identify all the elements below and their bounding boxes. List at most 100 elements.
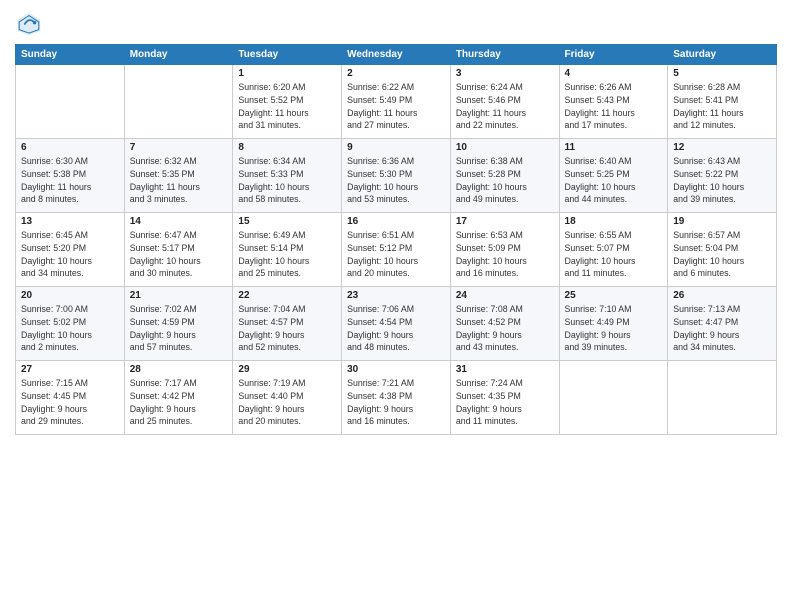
day-number: 3 [456,68,554,79]
day-info: Sunrise: 6:57 AM Sunset: 5:04 PM Dayligh… [673,229,771,280]
week-row-2: 6Sunrise: 6:30 AM Sunset: 5:38 PM Daylig… [16,139,777,213]
day-number: 25 [565,290,663,301]
weekday-header-row: SundayMondayTuesdayWednesdayThursdayFrid… [16,45,777,65]
day-info: Sunrise: 7:04 AM Sunset: 4:57 PM Dayligh… [238,303,336,354]
day-number: 5 [673,68,771,79]
day-number: 23 [347,290,445,301]
calendar-cell: 5 Sunrise: 6:28 AM Sunset: 5:41 PM Daylig… [668,65,777,139]
calendar-cell: 15 Sunrise: 6:49 AM Sunset: 5:14 PM Dayli… [233,213,342,287]
page: SundayMondayTuesdayWednesdayThursdayFrid… [0,0,792,612]
calendar-cell: 11 Sunrise: 6:40 AM Sunset: 5:25 PM Dayli… [559,139,668,213]
day-info: Sunrise: 6:47 AM Sunset: 5:17 PM Dayligh… [130,229,228,280]
weekday-header-saturday: Saturday [668,45,777,65]
weekday-header-thursday: Thursday [450,45,559,65]
day-info: Sunrise: 7:15 AM Sunset: 4:45 PM Dayligh… [21,377,119,428]
calendar-cell: 20 Sunrise: 7:00 AM Sunset: 5:02 PM Dayli… [16,287,125,361]
day-info: Sunrise: 6:22 AM Sunset: 5:49 PM Dayligh… [347,81,445,132]
day-info: Sunrise: 7:08 AM Sunset: 4:52 PM Dayligh… [456,303,554,354]
day-number: 10 [456,142,554,153]
day-number: 16 [347,216,445,227]
calendar-cell: 25 Sunrise: 7:10 AM Sunset: 4:49 PM Dayli… [559,287,668,361]
day-number: 13 [21,216,119,227]
day-info: Sunrise: 7:06 AM Sunset: 4:54 PM Dayligh… [347,303,445,354]
day-number: 12 [673,142,771,153]
calendar-cell: 22 Sunrise: 7:04 AM Sunset: 4:57 PM Dayli… [233,287,342,361]
calendar-cell: 30Sunrise: 7:21 AM Sunset: 4:38 PM Dayli… [342,361,451,435]
day-info: Sunrise: 6:24 AM Sunset: 5:46 PM Dayligh… [456,81,554,132]
day-info: Sunrise: 7:00 AM Sunset: 5:02 PM Dayligh… [21,303,119,354]
calendar-cell: 21 Sunrise: 7:02 AM Sunset: 4:59 PM Dayli… [124,287,233,361]
day-number: 26 [673,290,771,301]
calendar-cell: 16 Sunrise: 6:51 AM Sunset: 5:12 PM Dayli… [342,213,451,287]
day-info: Sunrise: 7:10 AM Sunset: 4:49 PM Dayligh… [565,303,663,354]
calendar-cell: 29 Sunrise: 7:19 AM Sunset: 4:40 PM Dayli… [233,361,342,435]
day-info: Sunrise: 6:40 AM Sunset: 5:25 PM Dayligh… [565,155,663,206]
calendar-cell: 1 Sunrise: 6:20 AM Sunset: 5:52 PM Daylig… [233,65,342,139]
day-info: Sunrise: 7:17 AM Sunset: 4:42 PM Dayligh… [130,377,228,428]
calendar-cell: 13 Sunrise: 6:45 AM Sunset: 5:20 PM Dayli… [16,213,125,287]
calendar-cell: 27 Sunrise: 7:15 AM Sunset: 4:45 PM Dayli… [16,361,125,435]
day-number: 11 [565,142,663,153]
day-info: Sunrise: 7:24 AM Sunset: 4:35 PM Dayligh… [456,377,554,428]
calendar-cell: 2Sunrise: 6:22 AM Sunset: 5:49 PM Daylig… [342,65,451,139]
header [15,10,777,38]
day-info: Sunrise: 6:20 AM Sunset: 5:52 PM Dayligh… [238,81,336,132]
calendar-cell: 31 Sunrise: 7:24 AM Sunset: 4:35 PM Dayli… [450,361,559,435]
day-info: Sunrise: 6:49 AM Sunset: 5:14 PM Dayligh… [238,229,336,280]
day-number: 20 [21,290,119,301]
calendar-cell: 7 Sunrise: 6:32 AM Sunset: 5:35 PM Daylig… [124,139,233,213]
day-info: Sunrise: 6:32 AM Sunset: 5:35 PM Dayligh… [130,155,228,206]
day-info: Sunrise: 7:19 AM Sunset: 4:40 PM Dayligh… [238,377,336,428]
day-number: 19 [673,216,771,227]
day-number: 18 [565,216,663,227]
weekday-header-monday: Monday [124,45,233,65]
calendar-cell: 17 Sunrise: 6:53 AM Sunset: 5:09 PM Dayli… [450,213,559,287]
day-info: Sunrise: 7:02 AM Sunset: 4:59 PM Dayligh… [130,303,228,354]
day-number: 1 [238,68,336,79]
day-info: Sunrise: 6:43 AM Sunset: 5:22 PM Dayligh… [673,155,771,206]
calendar-cell: 19 Sunrise: 6:57 AM Sunset: 5:04 PM Dayli… [668,213,777,287]
logo-icon [15,10,43,38]
day-number: 4 [565,68,663,79]
calendar-cell: 18Sunrise: 6:55 AM Sunset: 5:07 PM Dayli… [559,213,668,287]
calendar-cell [124,65,233,139]
calendar-cell: 4 Sunrise: 6:26 AM Sunset: 5:43 PM Daylig… [559,65,668,139]
calendar-cell: 3 Sunrise: 6:24 AM Sunset: 5:46 PM Daylig… [450,65,559,139]
calendar-cell [559,361,668,435]
weekday-header-sunday: Sunday [16,45,125,65]
logo [15,10,47,38]
calendar-cell: 12 Sunrise: 6:43 AM Sunset: 5:22 PM Dayli… [668,139,777,213]
calendar-cell: 26 Sunrise: 7:13 AM Sunset: 4:47 PM Dayli… [668,287,777,361]
day-info: Sunrise: 6:28 AM Sunset: 5:41 PM Dayligh… [673,81,771,132]
weekday-header-wednesday: Wednesday [342,45,451,65]
day-number: 9 [347,142,445,153]
calendar-cell: 8Sunrise: 6:34 AM Sunset: 5:33 PM Daylig… [233,139,342,213]
calendar-cell: 9 Sunrise: 6:36 AM Sunset: 5:30 PM Daylig… [342,139,451,213]
calendar-cell: 10 Sunrise: 6:38 AM Sunset: 5:28 PM Dayli… [450,139,559,213]
day-number: 7 [130,142,228,153]
day-info: Sunrise: 6:38 AM Sunset: 5:28 PM Dayligh… [456,155,554,206]
day-info: Sunrise: 6:53 AM Sunset: 5:09 PM Dayligh… [456,229,554,280]
day-info: Sunrise: 6:26 AM Sunset: 5:43 PM Dayligh… [565,81,663,132]
day-number: 29 [238,364,336,375]
day-info: Sunrise: 7:13 AM Sunset: 4:47 PM Dayligh… [673,303,771,354]
day-info: Sunrise: 6:30 AM Sunset: 5:38 PM Dayligh… [21,155,119,206]
week-row-5: 27 Sunrise: 7:15 AM Sunset: 4:45 PM Dayli… [16,361,777,435]
calendar-cell: 14 Sunrise: 6:47 AM Sunset: 5:17 PM Dayli… [124,213,233,287]
day-number: 31 [456,364,554,375]
week-row-1: 1 Sunrise: 6:20 AM Sunset: 5:52 PM Daylig… [16,65,777,139]
week-row-3: 13 Sunrise: 6:45 AM Sunset: 5:20 PM Dayli… [16,213,777,287]
weekday-header-friday: Friday [559,45,668,65]
calendar-cell: 6Sunrise: 6:30 AM Sunset: 5:38 PM Daylig… [16,139,125,213]
calendar-cell: 23 Sunrise: 7:06 AM Sunset: 4:54 PM Dayli… [342,287,451,361]
day-number: 14 [130,216,228,227]
day-info: Sunrise: 6:36 AM Sunset: 5:30 PM Dayligh… [347,155,445,206]
day-number: 15 [238,216,336,227]
calendar-cell [668,361,777,435]
day-info: Sunrise: 6:45 AM Sunset: 5:20 PM Dayligh… [21,229,119,280]
day-number: 21 [130,290,228,301]
day-info: Sunrise: 6:51 AM Sunset: 5:12 PM Dayligh… [347,229,445,280]
day-number: 17 [456,216,554,227]
day-number: 27 [21,364,119,375]
day-number: 22 [238,290,336,301]
